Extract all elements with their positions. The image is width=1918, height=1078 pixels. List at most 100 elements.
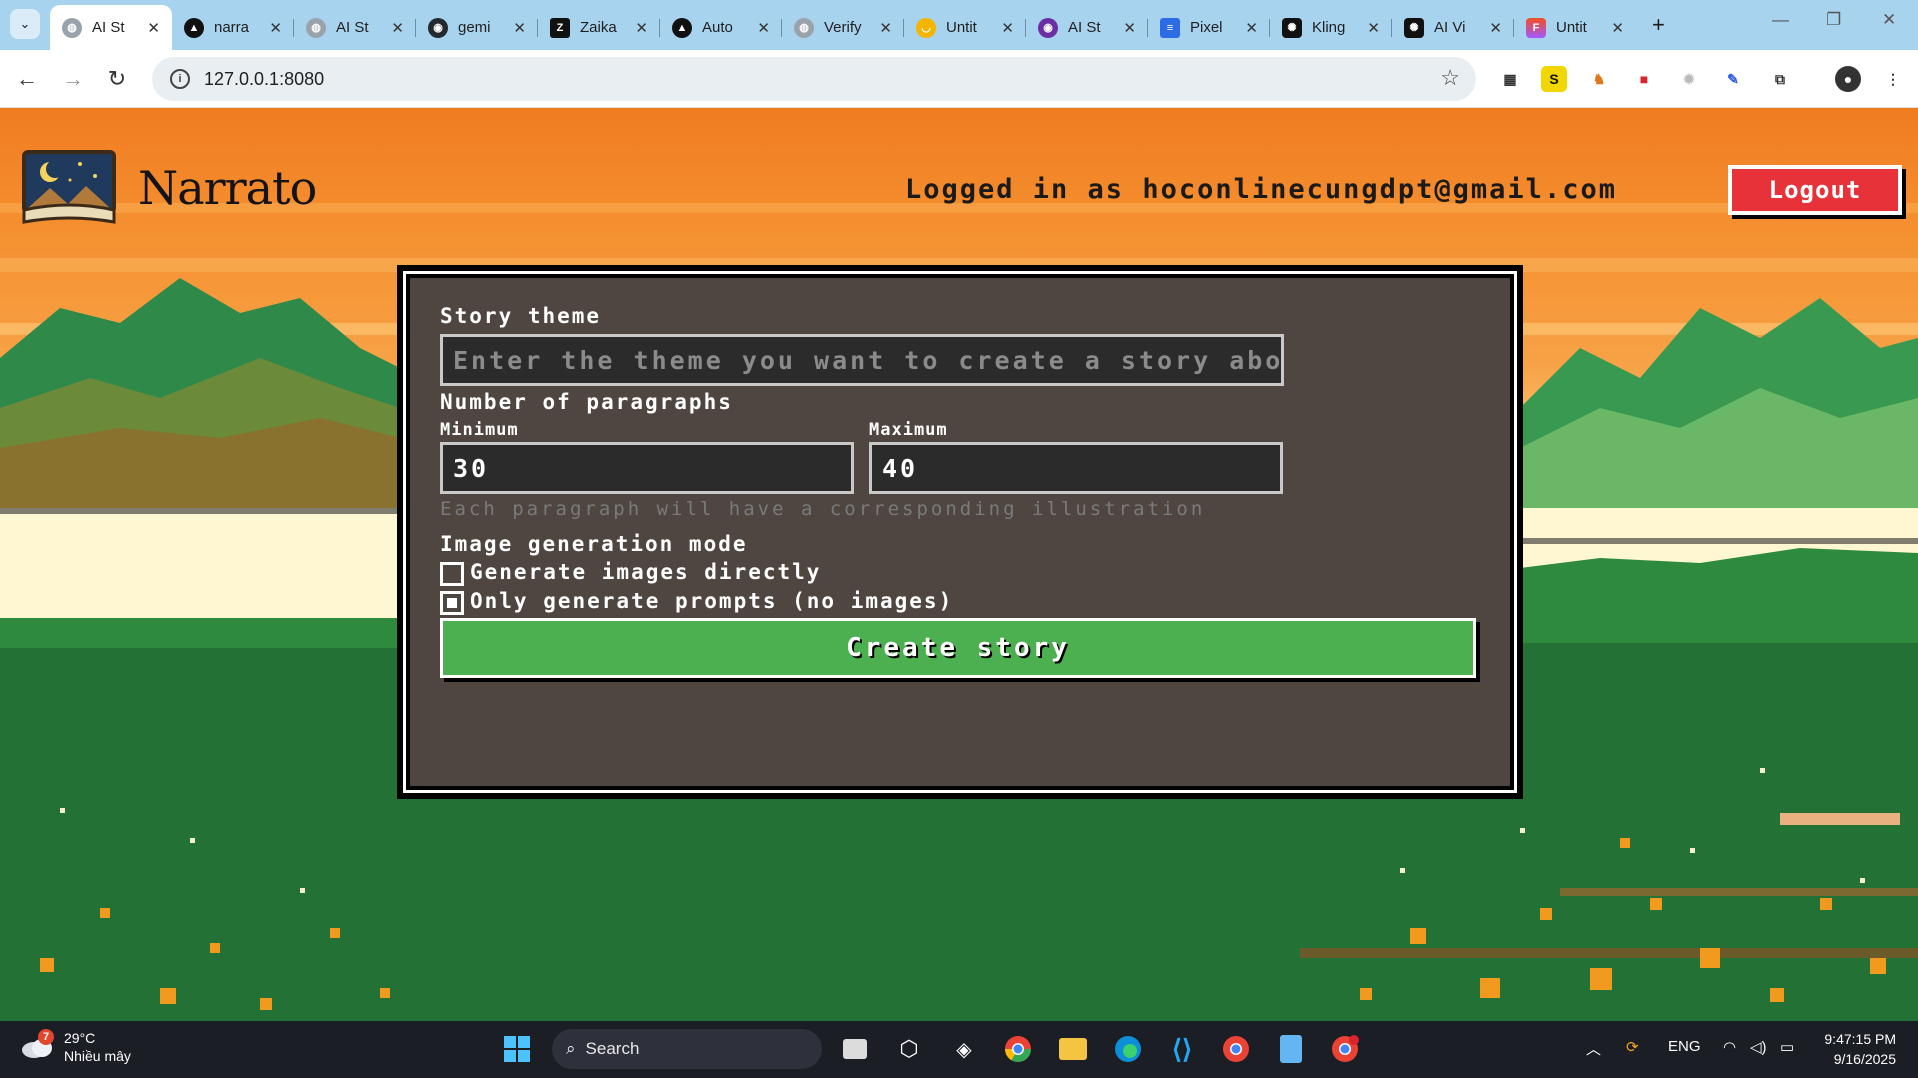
edge-icon[interactable] xyxy=(1111,1032,1145,1066)
story-theme-input[interactable]: Enter the theme you want to create a sto… xyxy=(440,334,1284,386)
close-icon[interactable]: ✕ xyxy=(1489,19,1502,37)
metamask-fox-icon[interactable]: ♞ xyxy=(1586,66,1612,92)
generate-images-option-label[interactable]: Generate images directly xyxy=(470,560,821,584)
close-icon[interactable]: ✕ xyxy=(269,19,282,37)
battery-icon[interactable]: ▭ xyxy=(1780,1038,1794,1056)
triangle-logo-icon: ▲ xyxy=(672,17,692,38)
close-icon[interactable]: ✕ xyxy=(1001,19,1014,37)
openai-icon: ✺ xyxy=(1404,17,1424,38)
chrome-icon[interactable] xyxy=(1001,1032,1035,1066)
maximum-paragraphs-input[interactable]: 40 xyxy=(869,442,1283,494)
browser-tab[interactable]: ◍ AI St ✕ xyxy=(294,5,416,50)
forward-button[interactable]: → xyxy=(58,64,88,94)
tab-title: Verify xyxy=(824,19,862,36)
tab-list-button[interactable]: ⌄ xyxy=(10,9,40,39)
close-icon[interactable]: ✕ xyxy=(1123,19,1136,37)
restore-icon: ❐ xyxy=(1826,10,1842,29)
browser-tab[interactable]: ◡ Untit ✕ xyxy=(904,5,1026,50)
close-icon[interactable]: ✕ xyxy=(1245,19,1258,37)
browser-tab[interactable]: ▲ narra ✕ xyxy=(172,5,294,50)
document-icon: ≡ xyxy=(1160,17,1180,38)
close-icon: ✕ xyxy=(1882,10,1897,29)
tab-title: Kling xyxy=(1312,19,1346,36)
browser-tab[interactable]: ✺ AI Vi ✕ xyxy=(1392,5,1514,50)
robot-icon: ◉ xyxy=(1038,17,1058,38)
create-story-button[interactable]: Create story xyxy=(440,618,1476,678)
close-icon[interactable]: ✕ xyxy=(513,19,526,37)
qr-code-icon[interactable]: ▦ xyxy=(1497,66,1523,92)
brand[interactable]: Narrato xyxy=(20,148,317,228)
file-explorer-icon[interactable] xyxy=(1056,1032,1090,1066)
taskbar-search[interactable]: ⌕ Search xyxy=(552,1029,822,1069)
weather-widget[interactable]: 7 29°C Nhiều mây xyxy=(20,1029,131,1065)
close-icon[interactable]: ✕ xyxy=(1367,19,1380,37)
browser-tab[interactable]: ✺ Kling ✕ xyxy=(1270,5,1392,50)
notepad-icon[interactable] xyxy=(1274,1032,1308,1066)
puzzle-extensions-icon[interactable]: ⧉ xyxy=(1767,66,1793,92)
task-view-icon[interactable] xyxy=(838,1032,872,1066)
new-tab-button[interactable]: + xyxy=(1652,12,1665,38)
browser-tab[interactable]: Z Zaika ✕ xyxy=(538,5,660,50)
lock-extension-icon[interactable]: ■ xyxy=(1631,66,1657,92)
browser-tab-bar: ⌄ ◍ AI St ✕ ▲ narra ✕ ◍ AI St ✕ ◉ gemi ✕… xyxy=(0,0,1918,50)
windows-start-icon[interactable] xyxy=(500,1032,534,1066)
chevron-up-icon[interactable]: ︿ xyxy=(1586,1038,1601,1059)
address-url[interactable]: 127.0.0.1:8080 xyxy=(204,69,324,90)
close-icon[interactable]: ✕ xyxy=(147,19,160,37)
close-icon[interactable]: ✕ xyxy=(1611,19,1624,37)
tab-title: gemi xyxy=(458,19,491,36)
pen-extension-icon[interactable]: ✎ xyxy=(1720,66,1746,92)
weather-temperature: 29°C xyxy=(64,1030,96,1046)
prompts-only-option-label[interactable]: Only generate prompts (no images) xyxy=(470,589,953,613)
language-indicator[interactable]: ENG xyxy=(1668,1038,1701,1055)
info-icon[interactable]: i xyxy=(170,69,190,89)
browser-tab[interactable]: ◍ Verify ✕ xyxy=(782,5,904,50)
browser-tab[interactable]: ◉ gemi ✕ xyxy=(416,5,538,50)
logout-button[interactable]: Logout xyxy=(1728,165,1902,215)
arrow-right-icon: → xyxy=(62,66,84,91)
browser-tab[interactable]: ▲ Auto ✕ xyxy=(660,5,782,50)
reload-button[interactable]: ↻ xyxy=(102,64,132,94)
volume-icon[interactable]: ◁) xyxy=(1750,1038,1767,1056)
extension-s-icon[interactable]: S xyxy=(1541,66,1567,92)
close-icon[interactable]: ✕ xyxy=(879,19,892,37)
back-button[interactable]: ← xyxy=(12,64,42,94)
browser-tab[interactable]: F Untit ✕ xyxy=(1514,5,1636,50)
generate-images-checkbox[interactable] xyxy=(440,562,464,586)
close-icon[interactable]: ✕ xyxy=(391,19,404,37)
restore-button[interactable]: ❐ xyxy=(1826,10,1841,30)
system-clock[interactable]: 9:47:15 PM 9/16/2025 xyxy=(1824,1029,1896,1069)
story-form: Story theme Enter the theme you want to … xyxy=(406,274,1514,790)
chrome-notification-icon[interactable] xyxy=(1328,1032,1362,1066)
tab-title: Pixel xyxy=(1190,19,1223,36)
tab-title: AI St xyxy=(336,19,369,36)
gear-extension-icon[interactable]: ✹ xyxy=(1676,66,1702,92)
app-cube-icon[interactable]: ⬡ xyxy=(892,1032,926,1066)
browser-toolbar: ← → ↻ i 127.0.0.1:8080 ☆ ▦ S ♞ ■ ✹ ✎ ⧉ ●… xyxy=(0,50,1918,108)
close-icon[interactable]: ✕ xyxy=(635,19,648,37)
vscode-icon[interactable]: ⟨⟩ xyxy=(1165,1032,1199,1066)
figma-icon: F xyxy=(1526,17,1546,38)
browser-tab[interactable]: ≡ Pixel ✕ xyxy=(1148,5,1270,50)
zaika-logo-icon: Z xyxy=(550,17,570,38)
more-menu-icon[interactable]: ⋮ xyxy=(1880,66,1906,92)
paragraphs-label: Number of paragraphs xyxy=(440,390,733,414)
app-cube-dark-icon[interactable]: ◈ xyxy=(947,1032,981,1066)
sync-icon[interactable]: ⟳ xyxy=(1626,1038,1639,1056)
profile-avatar[interactable]: ● xyxy=(1835,66,1861,92)
logged-in-status: Logged in as hoconlinecungdpt@gmail.com xyxy=(905,174,1617,205)
close-icon[interactable]: ✕ xyxy=(757,19,770,37)
address-bar[interactable]: i 127.0.0.1:8080 ☆ xyxy=(152,57,1476,101)
close-window-button[interactable]: ✕ xyxy=(1882,10,1896,30)
chrome-profile-icon[interactable] xyxy=(1219,1032,1253,1066)
browser-tab[interactable]: ◍ AI St ✕ xyxy=(50,5,172,50)
prompts-only-checkbox[interactable] xyxy=(440,591,464,615)
minimum-paragraphs-input[interactable]: 30 xyxy=(440,442,854,494)
browser-tab[interactable]: ◉ AI St ✕ xyxy=(1026,5,1148,50)
wifi-icon[interactable]: ◠ xyxy=(1723,1038,1736,1056)
reload-icon: ↻ xyxy=(107,66,127,91)
minimize-icon: — xyxy=(1772,10,1789,29)
cloud-icon: 7 xyxy=(20,1029,54,1059)
bookmark-star-icon[interactable]: ☆ xyxy=(1440,65,1460,91)
minimize-button[interactable]: — xyxy=(1772,10,1789,30)
